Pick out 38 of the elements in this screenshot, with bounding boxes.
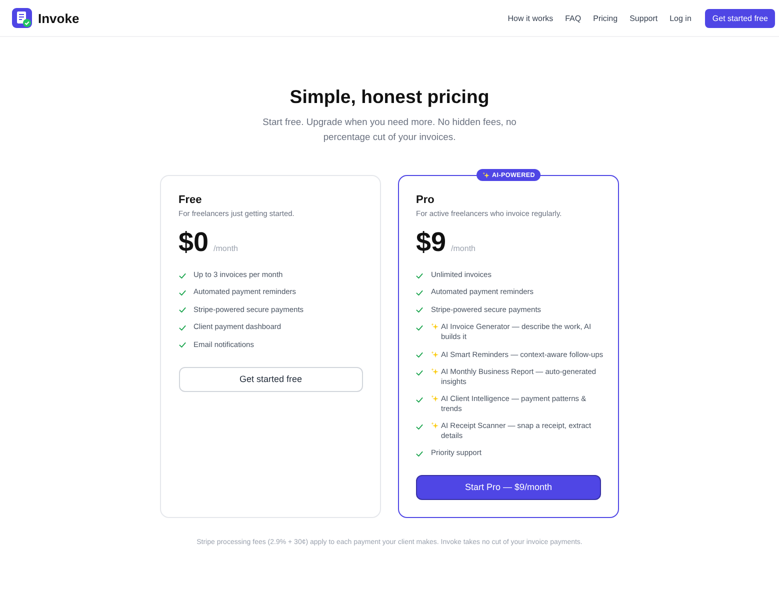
sparkle-icon	[431, 422, 438, 430]
nav-link[interactable]: Support	[630, 14, 658, 22]
plan-price: $9	[416, 227, 446, 257]
sparkle-icon	[482, 172, 490, 178]
plan-name: Pro	[416, 193, 436, 207]
check-icon	[416, 307, 423, 314]
sparkle-icon	[431, 368, 438, 376]
nav-link[interactable]: How it works	[508, 14, 554, 22]
plan-button[interactable]: Start Pro — $9/month	[416, 474, 601, 500]
nav-link[interactable]: Pricing	[593, 14, 618, 22]
invoice-logo-icon	[12, 8, 32, 28]
check-icon	[416, 370, 423, 376]
plan-price: $0	[178, 227, 209, 257]
nav-link[interactable]: FAQ	[565, 14, 582, 22]
sparkle-icon	[431, 323, 438, 331]
check-icon	[416, 352, 423, 358]
price-period: /month	[214, 244, 238, 253]
check-icon	[416, 396, 423, 403]
get-started-button[interactable]: Get started free	[705, 8, 775, 28]
sparkle-icon	[431, 350, 438, 358]
check-icon	[178, 290, 186, 296]
check-icon	[416, 290, 423, 296]
check-icon	[416, 272, 423, 278]
brand-name: Invoke	[38, 10, 80, 26]
price-period: /month	[451, 244, 476, 253]
page-title: Simple, honest pricing	[288, 85, 490, 108]
check-icon	[178, 272, 186, 278]
page-subtitle: Start free. Upgrade when you need more. No hidden fees, no percentage cut of your invoices.	[262, 115, 518, 144]
check-icon	[178, 342, 186, 348]
nav-link[interactable]: Log in	[670, 14, 692, 22]
plan-button[interactable]: Get started free	[178, 366, 363, 392]
check-icon	[416, 450, 423, 457]
plan-name: Free	[178, 193, 203, 207]
check-icon	[416, 424, 423, 430]
check-icon	[416, 324, 423, 331]
check-icon	[178, 324, 186, 331]
sparkle-icon	[431, 395, 438, 403]
check-icon	[178, 307, 186, 314]
